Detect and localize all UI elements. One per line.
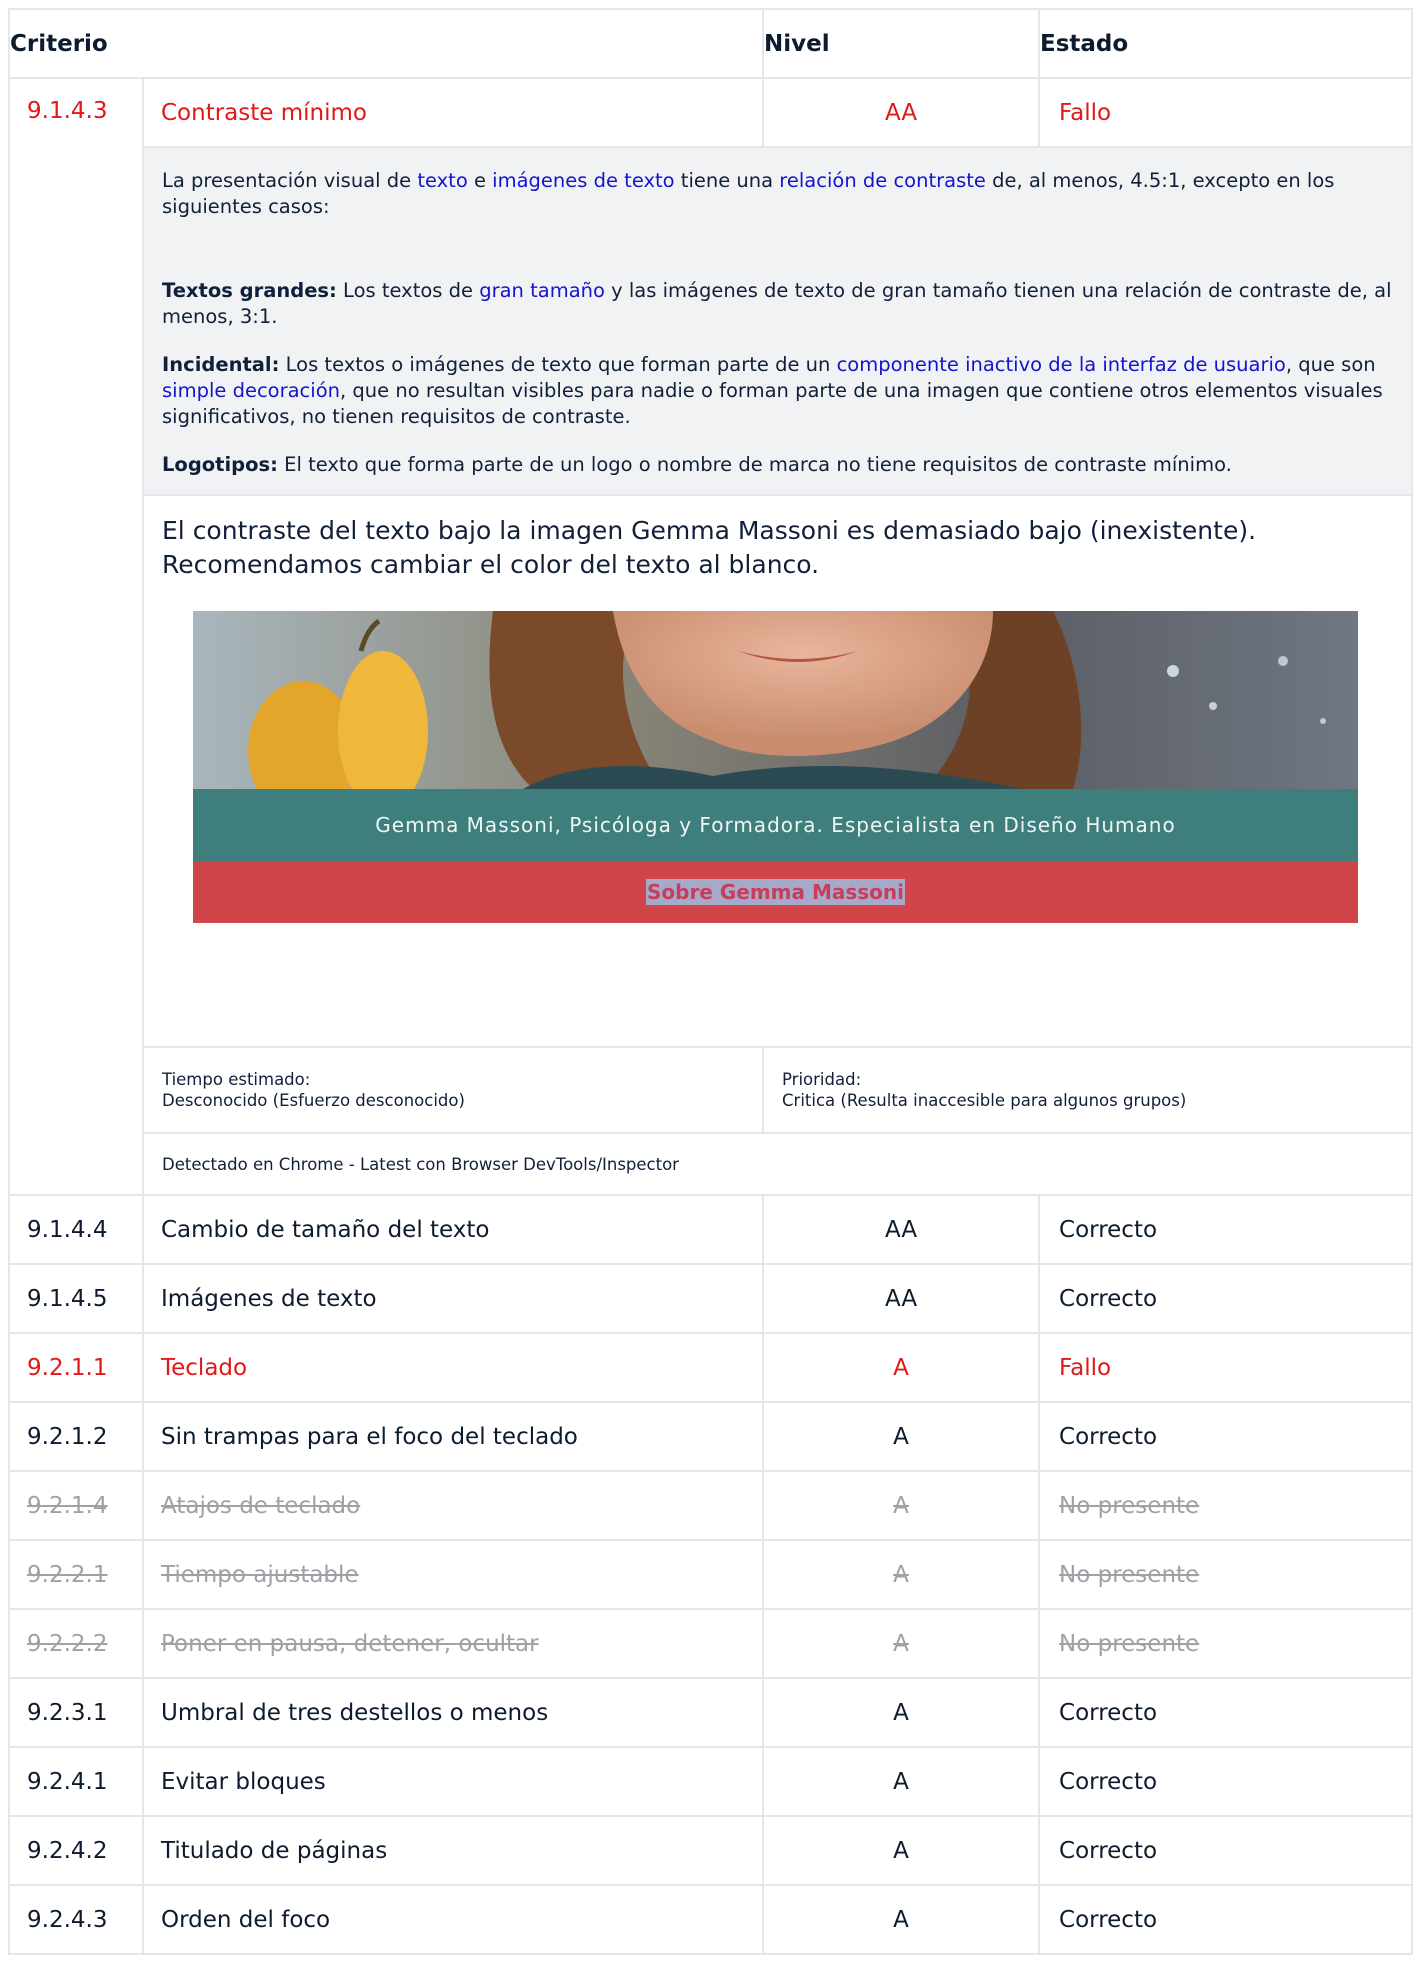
criterion-level: AA [762, 1263, 1041, 1334]
estimated-time-cell: Tiempo estimado: Desconocido (Esfuerzo d… [141, 1046, 765, 1134]
criterion-name: Umbral de tres destellos o menos [141, 1677, 765, 1748]
criterion-level: A [762, 1746, 1041, 1817]
criterion-status: Correcto [1038, 1815, 1414, 1886]
criterion-name: Evitar bloques [141, 1746, 765, 1817]
table-row[interactable]: 9.2.1.2 Sin trampas para el foco del tecl… [8, 1401, 1414, 1472]
criterion-level: A [762, 1884, 1041, 1955]
criterion-id: 9.2.4.2 [8, 1815, 144, 1886]
criterion-name: Tiempo ajustable [141, 1539, 765, 1610]
criterion-status: Fallo [1038, 77, 1414, 148]
criterion-status: Correcto [1038, 1263, 1414, 1334]
header-nivel: Nivel [762, 8, 1041, 79]
priority-label: Prioridad: [782, 1070, 862, 1089]
about-button-bar: Sobre Gemma Massoni [193, 861, 1358, 923]
criterion-status: Correcto [1038, 1401, 1414, 1472]
criterion-name: Sin trampas para el foco del teclado [141, 1401, 765, 1472]
criterion-id: 9.1.4.4 [8, 1194, 144, 1265]
criterion-name: Poner en pausa, detener, ocultar [141, 1608, 765, 1679]
table-row[interactable]: 9.1.4.4 Cambio de tamaño del texto AA Corre… [8, 1194, 1414, 1265]
criterion-name: Cambio de tamaño del texto [141, 1194, 765, 1265]
table-row[interactable]: 9.2.2.2 Poner en pausa, detener, ocultar A… [8, 1608, 1414, 1679]
table-row[interactable]: 9.2.4.2 Titulado de páginas A Correcto [8, 1815, 1414, 1886]
criterion-name: Contraste mínimo [141, 77, 765, 148]
criterion-id: 9.2.1.2 [8, 1401, 144, 1472]
criterion-name: Teclado [141, 1332, 765, 1403]
link-gran-tamano[interactable]: gran tamaño [479, 279, 605, 302]
detected-in: Detectado en Chrome - Latest con Browser… [141, 1132, 1414, 1196]
link-componente-inactivo[interactable]: componente inactivo de la interfaz de us… [837, 353, 1286, 376]
table-row[interactable]: 9.2.3.1 Umbral de tres destellos o menos A… [8, 1677, 1414, 1748]
header-criterio: Criterio [7, 8, 765, 79]
criterion-name: Atajos de teclado [141, 1470, 765, 1541]
table-row-failing[interactable]: 9.1.4.3 Contraste mínimo AA Fallo [8, 77, 1414, 1196]
criterion-level: A [762, 1401, 1041, 1472]
auditor-note: El contraste del texto bajo la imagen Ge… [141, 494, 1414, 1048]
estimated-time-value: Desconocido (Esfuerzo desconocido) [162, 1091, 465, 1110]
header-estado: Estado [1038, 8, 1414, 79]
criterion-status: No presente [1038, 1608, 1414, 1679]
criterion-status: No presente [1038, 1539, 1414, 1610]
table-header: Criterio Nivel Estado [7, 8, 1414, 79]
table-row[interactable]: 9.2.1.1 Teclado A Fallo [8, 1332, 1414, 1403]
criterion-name: Orden del foco [141, 1884, 765, 1955]
criterion-level: A [762, 1539, 1041, 1610]
link-simple-decoracion[interactable]: simple decoración [162, 379, 340, 402]
evidence-screenshot: Gemma Massoni, Psicóloga y Formadora. Es… [193, 611, 1358, 923]
criterion-id: 9.2.1.4 [8, 1470, 144, 1541]
criterion-level: A [762, 1608, 1041, 1679]
table-row[interactable]: 9.1.4.5 Imágenes de texto AA Correcto [8, 1263, 1414, 1334]
estimated-time-label: Tiempo estimado: [162, 1070, 311, 1089]
criterion-id: 9.2.4.1 [8, 1746, 144, 1817]
about-button-label: Sobre Gemma Massoni [645, 879, 905, 905]
criterion-name: Imágenes de texto [141, 1263, 765, 1334]
criterion-level: AA [762, 1194, 1041, 1265]
criterion-status: Correcto [1038, 1194, 1414, 1265]
criterion-id: 9.2.3.1 [8, 1677, 144, 1748]
priority-value: Critica (Resulta inaccesible para alguno… [782, 1091, 1187, 1110]
criterion-status: Correcto [1038, 1884, 1414, 1955]
portrait-photo [193, 611, 1358, 789]
table-row[interactable]: 9.2.1.4 Atajos de teclado A No presente [8, 1470, 1414, 1541]
link-relacion-de-contraste[interactable]: relación de contraste [779, 169, 986, 192]
criterion-id: 9.2.1.1 [8, 1332, 144, 1403]
criterion-level: A [762, 1815, 1041, 1886]
criterion-id: 9.2.2.2 [8, 1608, 144, 1679]
criterion-id: 9.2.4.3 [8, 1884, 144, 1955]
criterion-status: Correcto [1038, 1677, 1414, 1748]
photo-caption: Gemma Massoni, Psicóloga y Formadora. Es… [375, 813, 1176, 837]
criterion-level: A [762, 1677, 1041, 1748]
table-row[interactable]: 9.2.4.1 Evitar bloques A Correcto [8, 1746, 1414, 1817]
criterion-status: Correcto [1038, 1746, 1414, 1817]
photo-caption-bar: Gemma Massoni, Psicóloga y Formadora. Es… [193, 789, 1358, 861]
criterion-id: 9.1.4.5 [8, 1263, 144, 1334]
criterion-id: 9.1.4.3 [8, 77, 144, 1196]
criterion-id: 9.2.2.1 [8, 1539, 144, 1610]
criterion-level: A [762, 1332, 1041, 1403]
accessibility-report-table: Criterio Nivel Estado 9.1.4.3 Contraste … [7, 8, 1414, 1955]
criterion-status: Fallo [1038, 1332, 1414, 1403]
criterion-status: No presente [1038, 1470, 1414, 1541]
link-texto[interactable]: texto [417, 169, 467, 192]
criterion-level: A [762, 1470, 1041, 1541]
criterion-name: Titulado de páginas [141, 1815, 765, 1886]
criterion-level: AA [762, 77, 1041, 148]
table-row[interactable]: 9.2.2.1 Tiempo ajustable A No presente [8, 1539, 1414, 1610]
priority-cell: Prioridad: Critica (Resulta inaccesible … [762, 1046, 1414, 1134]
criterion-description: La presentación visual de texto e imágen… [141, 146, 1414, 496]
link-imagenes-de-texto[interactable]: imágenes de texto [492, 169, 674, 192]
table-row[interactable]: 9.2.4.3 Orden del foco A Correcto [8, 1884, 1414, 1955]
note-text: El contraste del texto bajo la imagen Ge… [162, 516, 1257, 579]
